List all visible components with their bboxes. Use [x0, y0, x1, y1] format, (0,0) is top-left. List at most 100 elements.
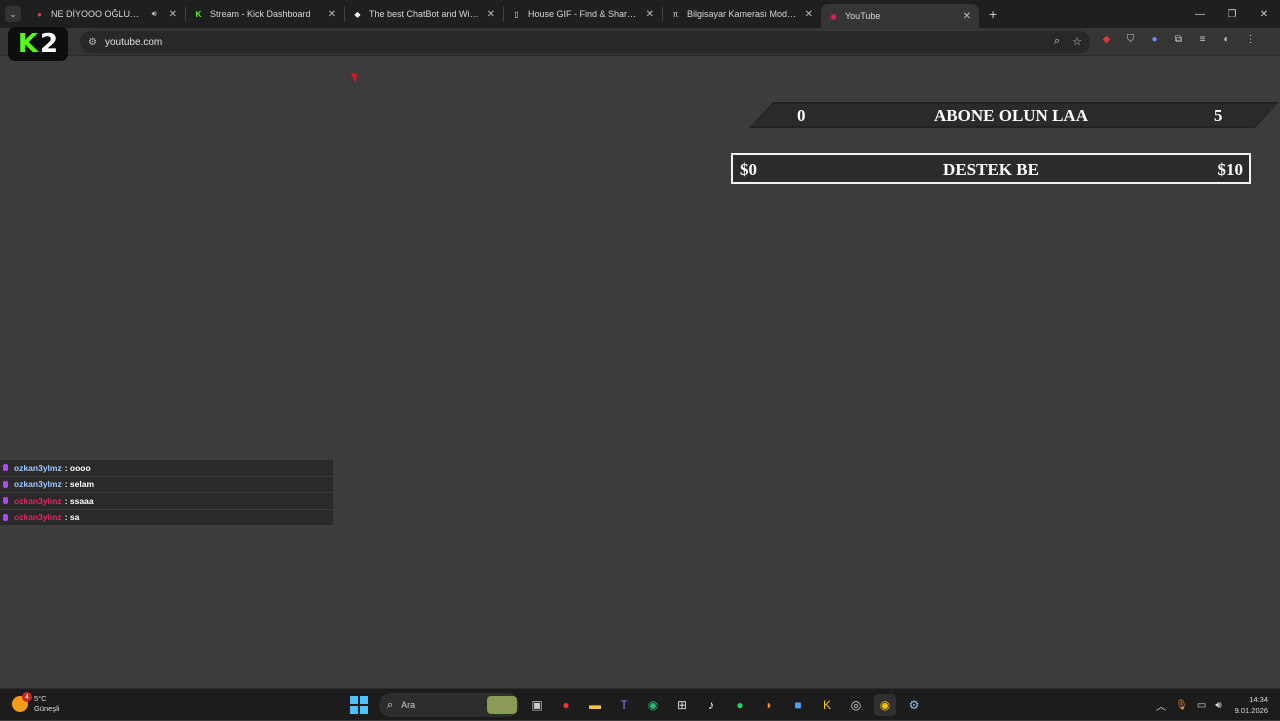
- restore-icon[interactable]: ❐: [1216, 0, 1248, 28]
- blue-app-icon[interactable]: ■: [787, 694, 809, 716]
- minimize-icon[interactable]: —: [1184, 0, 1216, 28]
- clock-time: 14:34: [1249, 695, 1268, 704]
- tab-youtube[interactable]: ◉ YouTube ✕: [821, 4, 979, 28]
- tab-title: Bilgisayar Kamerası Modelleri | Fiyatlar…: [687, 9, 799, 19]
- site-info-icon[interactable]: ⚙︎: [88, 37, 97, 48]
- chat-overlay: ozkan3ylmz : oooo ozkan3ylmz : selam ozk…: [0, 460, 333, 526]
- edge-icon[interactable]: ◉: [642, 694, 664, 716]
- close-icon[interactable]: ✕: [487, 9, 495, 20]
- spotify-icon[interactable]: ●: [729, 694, 751, 716]
- tiktok-icon[interactable]: ♪: [700, 694, 722, 716]
- chrome-icon[interactable]: ◉: [874, 694, 896, 716]
- file-explorer-icon[interactable]: ▬: [584, 694, 606, 716]
- search-highlight-image: [487, 696, 517, 714]
- close-icon[interactable]: ✕: [646, 9, 654, 20]
- tab-title: YouTube: [845, 11, 881, 21]
- clock-date: 9.01.2026: [1234, 706, 1268, 715]
- chat-username: ozkan3ylmz: [14, 495, 62, 506]
- url-text[interactable]: youtube.com: [105, 37, 162, 48]
- chat-username: ozkan3ylmz: [14, 512, 62, 523]
- kick-logo: K2: [8, 27, 68, 61]
- tab-title: The best ChatBot and Widgets: [369, 9, 481, 19]
- zoom-icon[interactable]: ⌕: [1054, 35, 1060, 48]
- extensions-bar: ◆ ⛉ ● ⧉ ≡ ◐ ⋮: [1100, 33, 1257, 46]
- donation-end-value: $10: [1217, 160, 1244, 179]
- speaker-icon[interactable]: 🔊︎: [152, 9, 157, 19]
- user-badge-icon: [3, 464, 8, 472]
- profile-avatar-icon[interactable]: ◐: [1220, 33, 1233, 46]
- taskbar-apps: ⌕ Ara ▣ ● ▬ T ◉ ⊞ ♪ ● ◗ ■ K ◎ ◉ ⚙︎: [350, 693, 925, 717]
- obs-icon[interactable]: ◎: [845, 694, 867, 716]
- steam-icon[interactable]: ⚙︎: [903, 694, 925, 716]
- sun-icon: 4: [12, 692, 32, 712]
- chat-message: ozkan3ylmz : selam: [0, 476, 333, 493]
- chat-text: : sa: [64, 512, 80, 523]
- weather-condition: Güneşli: [34, 704, 60, 713]
- chat-message: ozkan3ylmz : oooo: [0, 460, 333, 477]
- kick-app-icon[interactable]: K: [816, 694, 838, 716]
- subscriber-goal-bar: 0 ABONE OLUN LAA 5: [749, 102, 1279, 128]
- teams-icon[interactable]: T: [613, 694, 635, 716]
- chevron-down-icon: ⌄: [9, 8, 17, 19]
- close-icon[interactable]: ✕: [963, 11, 971, 22]
- red-app-icon[interactable]: ●: [555, 694, 577, 716]
- chat-username: ozkan3ylmz: [14, 479, 62, 490]
- tab-chatbot[interactable]: ◆ The best ChatBot and Widgets ✕: [345, 0, 503, 28]
- youtube-icon: ◉: [830, 11, 837, 21]
- trendyol-icon: π: [672, 9, 679, 19]
- instagram-icon: ●: [37, 9, 42, 19]
- tab-title: Stream - Kick Dashboard: [210, 9, 311, 19]
- window-controls: — ❐ ✕: [1184, 0, 1280, 28]
- chevron-up-icon[interactable]: ︿: [1156, 698, 1166, 713]
- goal-label: ABONE OLUN LAA: [934, 106, 1088, 125]
- store-icon[interactable]: ⊞: [671, 694, 693, 716]
- network-icon[interactable]: ▭: [1197, 700, 1206, 711]
- extension-blue-icon[interactable]: ●: [1148, 33, 1161, 46]
- close-window-icon[interactable]: ✕: [1248, 0, 1280, 28]
- tab-kick-dashboard[interactable]: K Stream - Kick Dashboard ✕: [186, 0, 344, 28]
- browser-tab-strip: ⌄ ● NE DİYOOO OĞLUM - Insta 🔊︎ ✕ K Strea…: [0, 0, 1280, 28]
- donation-goal-label: DESTEK BE: [943, 160, 1039, 179]
- giphy-icon: ▯: [514, 9, 519, 19]
- chat-text: : selam: [64, 479, 95, 490]
- extension-red-icon[interactable]: ◆: [1100, 33, 1113, 46]
- address-bar[interactable]: ⚙︎ youtube.com ⌕ ☆: [80, 31, 1090, 53]
- user-badge-icon: [3, 513, 8, 521]
- shield-icon[interactable]: ⛉: [1124, 33, 1137, 46]
- kick-icon: K: [195, 9, 202, 19]
- media-control-icon[interactable]: ≡: [1196, 33, 1209, 46]
- chat-text: : oooo: [64, 462, 91, 473]
- tab-title: NE DİYOOO OĞLUM - Insta: [51, 9, 146, 19]
- weather-widget[interactable]: 4 5°C Güneşli: [12, 692, 60, 714]
- weather-temp: 5°C: [34, 694, 47, 703]
- puzzle-icon[interactable]: ⧉: [1172, 33, 1185, 46]
- kebab-menu-icon[interactable]: ⋮: [1244, 33, 1257, 46]
- tab-giphy[interactable]: ▯ House GIF - Find & Share on GIPHY ✕: [504, 0, 662, 28]
- donation-goal-bar: $0 DESTEK BE $10: [731, 153, 1251, 184]
- microphone-icon[interactable]: 🎙︎: [1175, 700, 1188, 711]
- search-placeholder: Ara: [401, 700, 416, 710]
- notification-badge: 4: [22, 692, 32, 702]
- bookmark-star-icon[interactable]: ☆: [1072, 35, 1082, 48]
- taskbar-search[interactable]: ⌕ Ara: [379, 693, 519, 717]
- close-icon[interactable]: ✕: [805, 9, 813, 20]
- chat-message: ozkan3ylmz : sa: [0, 509, 333, 526]
- goal-end-value: 5: [1214, 106, 1223, 125]
- system-clock[interactable]: 14:34 9.01.2026: [1235, 694, 1268, 716]
- fl-studio-icon[interactable]: ◗: [758, 694, 780, 716]
- close-icon[interactable]: ✕: [169, 9, 177, 20]
- system-tray: ︿ 🎙︎ ▭ 🔊︎ 14:34 9.01.2026: [1156, 689, 1280, 721]
- user-badge-icon: [3, 480, 8, 488]
- windows-taskbar: 4 5°C Güneşli ⌕ Ara ▣ ● ▬ T ◉ ⊞ ♪ ● ◗ ■ …: [0, 688, 1280, 720]
- start-button-icon[interactable]: [350, 696, 368, 714]
- task-view-icon[interactable]: ▣: [526, 694, 548, 716]
- user-badge-icon: [3, 497, 8, 505]
- tab-bilgisayar-kamerasi[interactable]: π Bilgisayar Kamerası Modelleri | Fiyatl…: [663, 0, 821, 28]
- page-content: [0, 57, 1280, 687]
- volume-icon[interactable]: 🔊︎: [1215, 700, 1221, 711]
- close-icon[interactable]: ✕: [328, 9, 336, 20]
- new-tab-button[interactable]: +: [989, 6, 997, 22]
- tab-instagram[interactable]: ● NE DİYOOO OĞLUM - Insta 🔊︎ ✕: [27, 0, 185, 28]
- tab-search-button[interactable]: ⌄: [5, 6, 21, 22]
- chat-message: ozkan3ylmz : ssaaa: [0, 493, 333, 510]
